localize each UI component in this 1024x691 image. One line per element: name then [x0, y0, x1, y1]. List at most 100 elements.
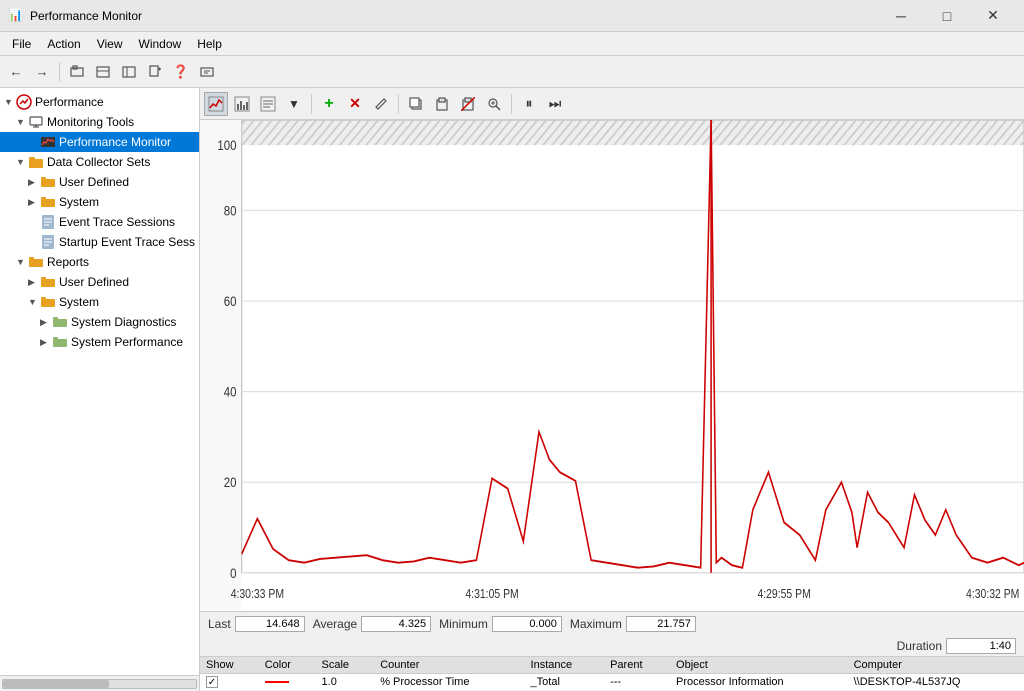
sidebar-item-data-collector-sets[interactable]: ▼ Data Collector Sets	[0, 152, 199, 172]
stat-minimum: Minimum 0.000	[439, 616, 562, 632]
sys1-icon	[40, 194, 56, 210]
left-scrollbar-area[interactable]	[0, 675, 199, 691]
col-parent: Parent	[604, 657, 670, 674]
maximum-label: Maximum	[570, 617, 622, 631]
up-btn[interactable]	[65, 60, 89, 84]
reports-arrow: ▼	[16, 257, 28, 267]
forward-btn[interactable]: →	[30, 60, 54, 84]
et-icon	[40, 214, 56, 230]
minimum-value: 0.000	[492, 616, 562, 632]
sidebar-item-system-2[interactable]: ▼ System	[0, 292, 199, 312]
title-bar-buttons: ─ □ ✕	[878, 0, 1016, 32]
clear-btn[interactable]	[456, 92, 480, 116]
row-show: ✓	[200, 673, 259, 691]
row-counter: % Processor Time	[374, 673, 524, 691]
menu-action[interactable]: Action	[39, 33, 88, 55]
histogram-chart-btn[interactable]	[230, 92, 254, 116]
ud1-arrow: ▶	[28, 177, 40, 188]
copy-image-btn[interactable]	[404, 92, 428, 116]
sidebar-item-system-1[interactable]: ▶ System	[0, 192, 199, 212]
last-label: Last	[208, 617, 231, 631]
report-chart-btn[interactable]	[256, 92, 280, 116]
sp-arrow: ▶	[40, 337, 52, 348]
ud1-icon	[40, 174, 56, 190]
monitoring-tools-label: Monitoring Tools	[47, 115, 134, 129]
row-parent: ---	[604, 673, 670, 691]
menu-view[interactable]: View	[89, 33, 131, 55]
sidebar-item-startup-event-trace[interactable]: Startup Event Trace Sess	[0, 232, 199, 252]
sd-arrow: ▶	[40, 317, 52, 328]
duration-label: Duration	[897, 639, 942, 653]
properties-btn[interactable]	[195, 60, 219, 84]
sidebar-item-monitoring-tools[interactable]: ▼ Monitoring Tools	[0, 112, 199, 132]
menu-bar: File Action View Window Help	[0, 32, 1024, 56]
sidebar-item-user-defined-2[interactable]: ▶ User Defined	[0, 272, 199, 292]
show-hide-btn[interactable]	[91, 60, 115, 84]
sidebar-item-system-diagnostics[interactable]: ▶ System Diagnostics	[0, 312, 199, 332]
svg-text:4:30:33 PM: 4:30:33 PM	[231, 588, 284, 601]
counter-row[interactable]: ✓ 1.0 % Processor Time _Total --- Proces…	[200, 673, 1024, 691]
view-dropdown-btn[interactable]: ▼	[282, 92, 306, 116]
performance-chart: 100 80 60 40 20 0 4:30:33 PM 4:31:05 PM …	[200, 120, 1024, 611]
freeze-btn[interactable]: ⏸	[517, 92, 541, 116]
show-checkbox[interactable]: ✓	[206, 676, 218, 688]
sidebar-item-system-performance[interactable]: ▶ System Performance	[0, 332, 199, 352]
menu-help[interactable]: Help	[189, 33, 230, 55]
add-counter-btn[interactable]: +	[317, 92, 341, 116]
tree-root-performance[interactable]: ▼ Performance	[0, 92, 199, 112]
left-panel: ▼ Performance ▼	[0, 88, 200, 675]
sidebar-item-reports[interactable]: ▼ Reports	[0, 252, 199, 272]
left-panel-container: ▼ Performance ▼	[0, 88, 200, 691]
svg-text:60: 60	[224, 294, 237, 309]
user-defined-2-label: User Defined	[59, 275, 129, 289]
left-scrollbar[interactable]	[2, 679, 197, 689]
row-computer: \\DESKTOP-4L537JQ	[848, 673, 1024, 691]
stat-duration: Duration 1:40	[897, 638, 1016, 654]
new-btn[interactable]	[143, 60, 167, 84]
close-button[interactable]: ✕	[970, 0, 1016, 32]
zoom-btn[interactable]	[482, 92, 506, 116]
duration-value: 1:40	[946, 638, 1016, 654]
map-btn[interactable]	[117, 60, 141, 84]
main-layout: ▼ Performance ▼	[0, 88, 1024, 691]
main-toolbar: ← → ❓	[0, 56, 1024, 88]
back-btn[interactable]: ←	[4, 60, 28, 84]
sidebar-item-performance-monitor[interactable]: Performance Monitor	[0, 132, 199, 152]
sidebar-item-user-defined-1[interactable]: ▶ User Defined	[0, 172, 199, 192]
col-show: Show	[200, 657, 259, 674]
stat-last: Last 14.648	[208, 616, 305, 632]
dcs-arrow: ▼	[16, 157, 28, 167]
remove-counter-btn[interactable]: ✕	[343, 92, 367, 116]
col-counter: Counter	[374, 657, 524, 674]
system-1-label: System	[59, 195, 99, 209]
svg-text:80: 80	[224, 204, 237, 219]
paste-btn[interactable]	[430, 92, 454, 116]
system-diagnostics-label: System Diagnostics	[71, 315, 176, 329]
counter-table-wrap: Show Color Scale Counter Instance Parent…	[200, 656, 1024, 691]
ud2-icon	[40, 274, 56, 290]
sp-icon	[52, 334, 68, 350]
next-frame-btn[interactable]: ⏭	[543, 92, 567, 116]
line-chart-btn[interactable]	[204, 92, 228, 116]
chart-toolbar: ▼ + ✕	[200, 88, 1024, 120]
menu-file[interactable]: File	[4, 33, 39, 55]
sidebar-item-event-trace[interactable]: Event Trace Sessions	[0, 212, 199, 232]
minimize-button[interactable]: ─	[878, 0, 924, 32]
performance-icon	[16, 94, 32, 110]
system-2-label: System	[59, 295, 99, 309]
help-btn[interactable]: ❓	[169, 60, 193, 84]
edit-counter-btn[interactable]	[369, 92, 393, 116]
toolbar-sep-1	[59, 62, 60, 82]
svg-text:100: 100	[217, 138, 236, 153]
maximize-button[interactable]: □	[924, 0, 970, 32]
menu-window[interactable]: Window	[131, 33, 190, 55]
tree-root-label: Performance	[35, 95, 104, 109]
svg-text:20: 20	[224, 475, 237, 490]
sys2-icon	[40, 294, 56, 310]
row-color	[259, 673, 316, 691]
set-icon	[40, 234, 56, 250]
reports-label: Reports	[47, 255, 89, 269]
svg-text:4:30:32 PM: 4:30:32 PM	[966, 588, 1019, 601]
counter-table: Show Color Scale Counter Instance Parent…	[200, 657, 1024, 691]
col-scale: Scale	[316, 657, 375, 674]
